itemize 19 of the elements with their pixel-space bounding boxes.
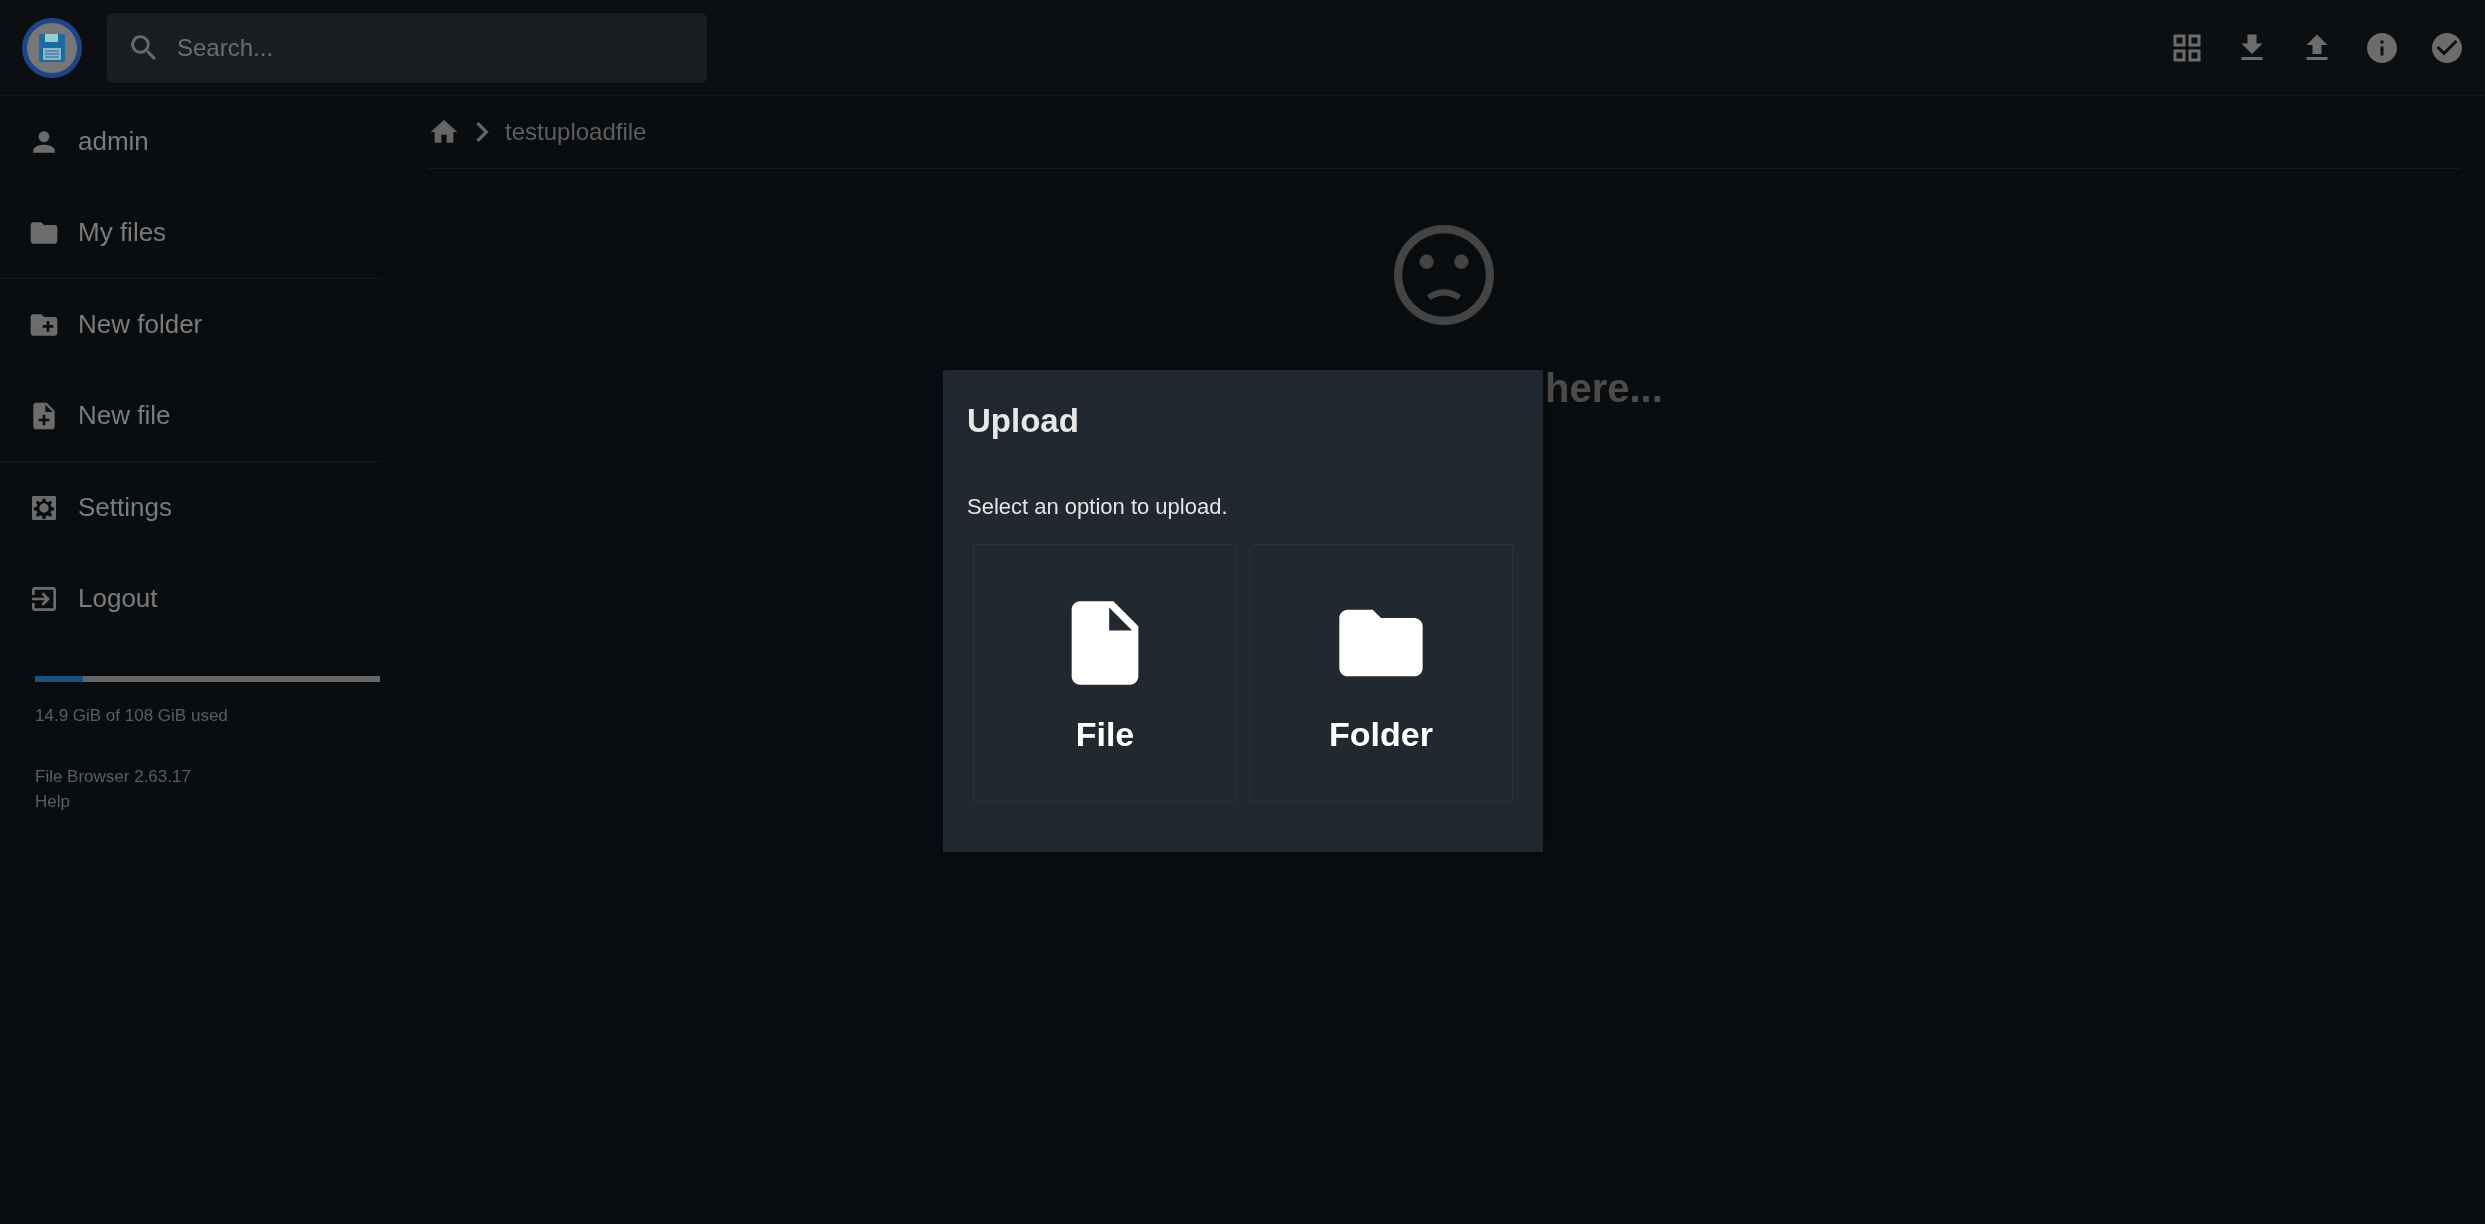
sad-face-icon xyxy=(1393,224,1495,326)
empty-message: here... xyxy=(1545,366,1663,411)
sidebar-item[interactable]: My files xyxy=(0,187,380,278)
folder-option[interactable]: Folder xyxy=(1249,544,1513,802)
dialog-title: Upload xyxy=(967,402,1080,440)
version-text: File Browser 2.63.17 xyxy=(35,767,191,786)
chevron-icon xyxy=(476,122,489,142)
dialog-message: Select an option to upload. xyxy=(967,494,1229,520)
file-option[interactable]: File xyxy=(973,544,1237,802)
help-link[interactable]: Help xyxy=(35,789,70,814)
sidebar-item[interactable]: admin xyxy=(0,96,380,187)
storage-usage-text: 14.9 GiB of 108 GiB used xyxy=(35,706,229,726)
breadcrumb-link[interactable]: testuploadfile xyxy=(505,118,647,146)
sidebar-item[interactable]: New folder xyxy=(0,279,380,370)
sidebar-item[interactable]: Logout xyxy=(0,553,380,644)
search-field[interactable]: Search... xyxy=(107,12,707,83)
sidebar-item[interactable]: New file xyxy=(0,370,380,461)
logo-icon xyxy=(22,17,82,78)
sidebar-item[interactable]: Settings xyxy=(0,462,380,553)
